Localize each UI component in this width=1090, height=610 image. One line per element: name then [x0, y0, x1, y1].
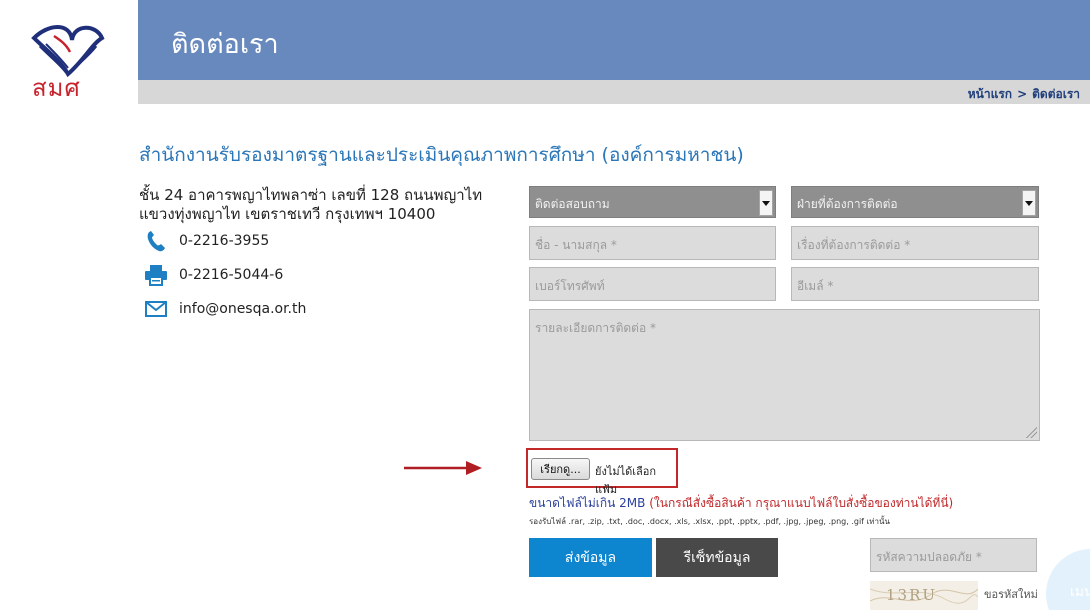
captcha-text: 13RU	[886, 586, 938, 604]
purchase-order-note: (ในกรณีสั่งซื้อสินค้า กรุณาแนบไฟล์ใบสั่ง…	[649, 496, 954, 510]
topic-select-value: ติดต่อสอบถาม	[535, 197, 610, 211]
phone-field-placeholder: เบอร์โทรศัพท์	[535, 279, 605, 293]
reset-button[interactable]: รีเซ็ทข้อมูล	[656, 538, 778, 577]
organization-name: สำนักงานรับรองมาตรฐานและประเมินคุณภาพการ…	[139, 144, 744, 166]
department-select[interactable]: ฝ่ายที่ต้องการติดต่อ	[791, 186, 1039, 218]
resize-grip-icon[interactable]	[1026, 427, 1037, 438]
email-field[interactable]: อีเมล์ *	[791, 267, 1039, 301]
phone-row: 0-2216-3955	[143, 229, 269, 253]
name-field-placeholder: ชื่อ - นามสกุล *	[535, 238, 617, 252]
browse-file-button[interactable]: เรียกดู...	[531, 458, 590, 480]
name-field[interactable]: ชื่อ - นามสกุล *	[529, 226, 776, 260]
department-select-value: ฝ่ายที่ต้องการติดต่อ	[797, 197, 898, 211]
phone-number: 0-2216-3955	[179, 233, 270, 249]
page-title: ติดต่อเรา	[171, 29, 279, 60]
fax-row: 0-2216-5044-6	[143, 263, 283, 287]
submit-button[interactable]: ส่งข้อมูล	[529, 538, 652, 577]
page-header: ติดต่อเรา	[138, 0, 1090, 80]
breadcrumb: หน้าแรก > ติดต่อเรา	[968, 85, 1080, 104]
breadcrumb-bar: หน้าแรก > ติดต่อเรา	[138, 80, 1090, 104]
refresh-captcha-link[interactable]: ขอรหัสใหม่	[984, 585, 1038, 603]
breadcrumb-separator: >	[1017, 87, 1028, 101]
envelope-icon	[143, 297, 169, 321]
file-size-limit: ขนาดไฟล์ไม่เกิน 2MB	[529, 496, 646, 510]
email-field-placeholder: อีเมล์ *	[797, 279, 834, 293]
phone-field[interactable]: เบอร์โทรศัพท์	[529, 267, 776, 301]
subject-field[interactable]: เรื่องที่ต้องการติดต่อ *	[791, 226, 1039, 260]
email-address[interactable]: info@onesqa.or.th	[179, 301, 306, 317]
details-textarea-placeholder: รายละเอียดการติดต่อ *	[535, 321, 656, 335]
chevron-down-icon[interactable]	[759, 190, 773, 216]
file-size-note: ขนาดไฟล์ไม่เกิน 2MB (ในกรณีสั่งซื้อสินค้…	[529, 494, 953, 513]
captcha-field[interactable]: รหัสความปลอดภัย *	[870, 538, 1037, 572]
breadcrumb-current: ติดต่อเรา	[1032, 87, 1080, 101]
phone-icon	[143, 229, 169, 253]
fax-number: 0-2216-5044-6	[179, 267, 284, 283]
address-line-2: แขวงทุ่งพญาไท เขตราชเทวี กรุงเทพฯ 10400	[139, 205, 436, 223]
details-textarea[interactable]: รายละเอียดการติดต่อ *	[529, 309, 1040, 441]
file-status-text: ยังไม่ได้เลือกแฟ้ม	[595, 465, 657, 496]
file-upload-box: เรียกดู... ยังไม่ได้เลือกแฟ้ม	[526, 448, 678, 496]
address-line-1: ชั้น 24 อาคารพญาไทพลาซ่า เลขที่ 128 ถนนพ…	[139, 186, 483, 204]
printer-icon	[143, 263, 169, 287]
subject-field-placeholder: เรื่องที่ต้องการติดต่อ *	[797, 238, 911, 252]
captcha-image: 13RU	[870, 581, 978, 610]
side-menu-label: เมน	[1070, 584, 1090, 600]
arrow-right-icon	[404, 461, 482, 475]
chevron-down-icon[interactable]	[1022, 190, 1036, 216]
email-row: info@onesqa.or.th	[143, 297, 306, 321]
side-menu-bubble[interactable]: เมน	[1046, 549, 1090, 610]
breadcrumb-home-link[interactable]: หน้าแรก	[968, 85, 1012, 104]
logo-text: สมศ	[32, 74, 81, 102]
site-logo[interactable]: สมศ	[0, 0, 138, 104]
address-block: ชั้น 24 อาคารพญาไทพลาซ่า เลขที่ 128 ถนนพ…	[139, 186, 509, 224]
file-types-note: รองรับไฟล์ .rar, .zip, .txt, .doc, .docx…	[529, 517, 890, 526]
captcha-field-placeholder: รหัสความปลอดภัย *	[876, 550, 982, 564]
topic-select[interactable]: ติดต่อสอบถาม	[529, 186, 776, 218]
